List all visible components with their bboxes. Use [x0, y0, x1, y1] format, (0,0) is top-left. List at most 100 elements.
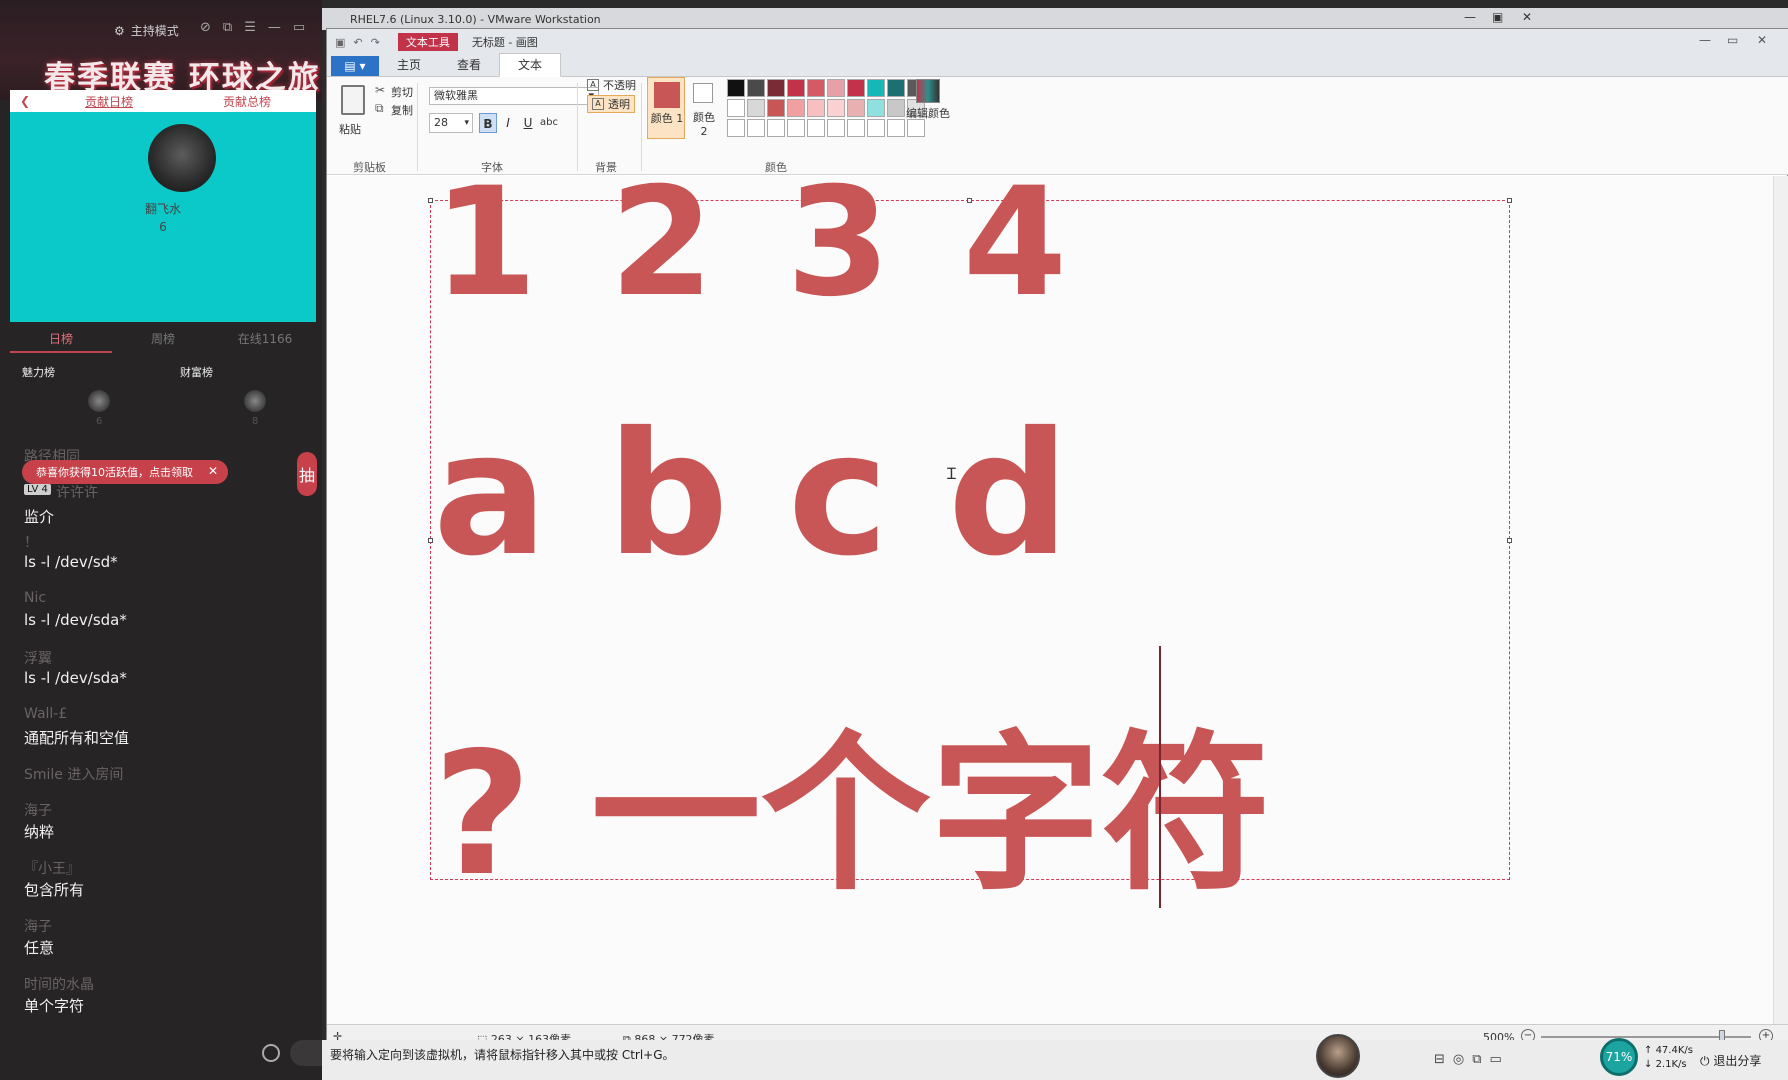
transparent-icon: A [592, 98, 604, 110]
palette-color[interactable] [907, 119, 925, 137]
webcam-avatar[interactable] [1316, 1034, 1360, 1078]
palette-color[interactable] [867, 79, 885, 97]
palette-color[interactable] [727, 119, 745, 137]
palette-color[interactable] [767, 99, 785, 117]
upload-speed: ↑ 47.4K/s [1644, 1045, 1693, 1056]
restore-icon[interactable]: ▭ [293, 20, 305, 35]
palette-color[interactable] [847, 119, 865, 137]
palette-color[interactable] [807, 99, 825, 117]
network-gauge[interactable]: 71% [1600, 1038, 1638, 1076]
save-icon[interactable]: ▣ [335, 36, 345, 49]
menu-icon[interactable]: ☰ [244, 20, 256, 35]
back-icon[interactable]: ❮ [10, 94, 40, 108]
close-icon[interactable]: ✕ [1522, 10, 1532, 24]
palette-color[interactable] [807, 119, 825, 137]
file-menu-button[interactable]: ▤ ▾ [331, 56, 379, 76]
redo-icon[interactable]: ↷ [371, 36, 380, 49]
palette-color[interactable] [847, 79, 865, 97]
opaque-icon: A [587, 79, 599, 91]
undo-icon[interactable]: ↶ [353, 36, 362, 49]
palette-color[interactable] [867, 119, 885, 137]
maximize-icon[interactable]: ▭ [1727, 33, 1738, 47]
network-icon[interactable]: ⧉ [1472, 1052, 1481, 1067]
edit-colors-button[interactable]: 编辑颜色 [903, 77, 953, 121]
opaque-option[interactable]: A 不透明 [587, 77, 636, 93]
resize-handle[interactable] [1507, 198, 1512, 203]
palette-color[interactable] [727, 79, 745, 97]
palette-color[interactable] [767, 119, 785, 137]
vertical-scrollbar[interactable] [1773, 176, 1788, 1024]
chat-message: 『小王』 包含所有 [24, 858, 304, 916]
palette-color[interactable] [787, 99, 805, 117]
rich-count: 8 [252, 416, 259, 427]
transparent-option[interactable]: A 透明 [587, 95, 635, 113]
tab-total-contribution[interactable]: 贡献总榜 [178, 93, 316, 110]
charm-avatar[interactable] [88, 390, 110, 412]
tab-daily-rank[interactable]: 日榜 [10, 326, 112, 353]
emoji-icon[interactable] [262, 1044, 280, 1062]
settings-icon[interactable]: ⊘ [200, 20, 211, 35]
palette-color[interactable] [867, 99, 885, 117]
upload-speed-value: 47.4K/s [1655, 1045, 1693, 1056]
resize-handle[interactable] [1507, 538, 1512, 543]
reward-toast[interactable]: 恭喜你获得10活跃值，点击领取 ✕ [22, 460, 228, 484]
copy-button[interactable]: 复制 [391, 102, 413, 118]
chat-user: 许许许 [56, 485, 98, 501]
message-icon[interactable]: ▭ [1490, 1052, 1502, 1067]
color2-button[interactable]: 颜色 2 [689, 77, 719, 139]
font-family-select[interactable]: 微软雅黑▾ [429, 87, 599, 105]
tab-text[interactable]: 文本 [499, 53, 562, 77]
tab-home[interactable]: 主页 [379, 54, 439, 76]
close-icon[interactable]: ✕ [1757, 33, 1767, 47]
minimize-icon[interactable]: — [268, 20, 281, 35]
rich-board-label[interactable]: 财富榜 [180, 364, 213, 380]
italic-button[interactable]: I [499, 113, 517, 133]
cdrom-icon[interactable]: ◎ [1453, 1052, 1464, 1067]
chat-message: Wall-£ 通配所有和空值 [24, 706, 304, 764]
palette-color[interactable] [747, 99, 765, 117]
tab-online-count[interactable]: 在线1166 [214, 326, 316, 353]
charm-board-label[interactable]: 魅力榜 [22, 364, 55, 380]
palette-color[interactable] [807, 79, 825, 97]
font-size-select[interactable]: 28 ▾ [429, 113, 473, 133]
chat-join-notice: Smile 进入房间 [24, 767, 124, 783]
tab-view[interactable]: 查看 [439, 54, 499, 76]
disk-icon[interactable]: ⊟ [1434, 1052, 1445, 1067]
palette-color[interactable] [827, 119, 845, 137]
cut-button[interactable]: 剪切 [391, 84, 413, 100]
bold-button[interactable]: B [479, 113, 497, 133]
palette-color[interactable] [747, 79, 765, 97]
avatar[interactable] [148, 124, 216, 192]
share-icon[interactable]: ⧉ [223, 20, 232, 35]
maximize-icon[interactable]: ▣ [1492, 10, 1503, 24]
exit-share-button[interactable]: ⏻ 退出分享 [1700, 1052, 1761, 1069]
close-icon[interactable]: ✕ [208, 464, 218, 478]
color2-swatch [693, 83, 713, 103]
palette-color[interactable] [787, 79, 805, 97]
palette-color[interactable] [787, 119, 805, 137]
scissors-icon[interactable]: ✂ [375, 83, 385, 97]
canvas-area[interactable]: 1 2 3 4 a b c d ? 一个字符 Ɪ [327, 156, 1773, 1024]
underline-button[interactable]: U [519, 113, 537, 133]
level-badge: LV 4 [24, 484, 51, 495]
paste-icon[interactable] [341, 85, 365, 115]
top-contributor-card: 翻飞水 6 [10, 112, 316, 322]
palette-color[interactable] [727, 99, 745, 117]
tab-weekly-rank[interactable]: 周榜 [112, 326, 214, 353]
palette-color[interactable] [847, 99, 865, 117]
paste-button[interactable]: 粘贴 [339, 121, 361, 137]
palette-color[interactable] [827, 99, 845, 117]
palette-color[interactable] [767, 79, 785, 97]
color1-button[interactable]: 颜色 1 [647, 77, 685, 139]
palette-color[interactable] [747, 119, 765, 137]
palette-color[interactable] [887, 119, 905, 137]
tab-daily-contribution[interactable]: 贡献日榜 [40, 93, 178, 110]
minimize-icon[interactable]: — [1464, 10, 1476, 24]
minimize-icon[interactable]: — [1699, 33, 1711, 47]
strikethrough-button[interactable]: abc [537, 113, 561, 133]
copy-icon[interactable]: ⧉ [375, 101, 384, 116]
palette-color[interactable] [827, 79, 845, 97]
rich-avatar[interactable] [244, 390, 266, 412]
lottery-button[interactable]: 抽 [297, 452, 317, 496]
host-mode[interactable]: ⚙ 主持模式 [114, 22, 179, 39]
